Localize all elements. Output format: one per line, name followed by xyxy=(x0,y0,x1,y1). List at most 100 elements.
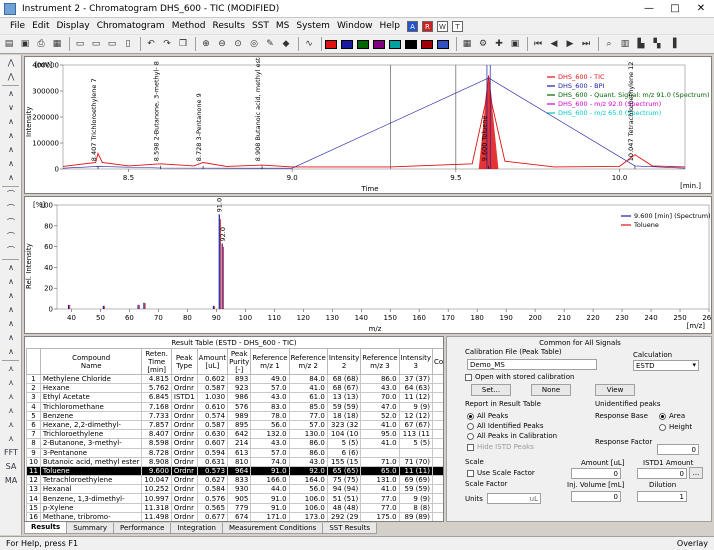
redo-icon[interactable]: ↷ xyxy=(160,37,174,51)
baseline-tool-1-icon[interactable]: ⌒ xyxy=(3,189,19,201)
spectrum-tool-1-icon[interactable]: ⋏ xyxy=(3,363,19,375)
open-stored-calibration-checkbox[interactable]: Open with stored calibration xyxy=(465,373,574,381)
istd-more-button[interactable]: ... xyxy=(689,467,703,479)
peak-edit-3-icon[interactable]: ∧ xyxy=(3,290,19,302)
spectrum-tool-4-icon[interactable]: ⋏ xyxy=(3,405,19,417)
table-header-cell[interactable]: Compound Name xyxy=(39,348,143,375)
integration-tool-7-icon[interactable]: ∧ xyxy=(3,172,19,184)
menu-chromatogram[interactable]: Chromatogram xyxy=(97,21,165,31)
trace-color-navy-icon[interactable] xyxy=(437,39,449,49)
table-row[interactable]: 16 Methane, tribromo- 11.498 Ordnr 0.677 674 1… xyxy=(26,511,443,521)
spectrum-chart[interactable]: [%] Rel. Intensity m/z [m/z] 100 80 60 40 20… xyxy=(24,196,712,334)
all-peaks-radio[interactable]: All Peaks xyxy=(467,412,508,420)
table-header-cell[interactable]: Intensity 2 xyxy=(326,348,362,375)
units-field[interactable] xyxy=(487,493,541,504)
table-header-cell[interactable]: Reference m/z 1 xyxy=(250,348,290,375)
mode-r-icon[interactable]: R xyxy=(421,20,433,32)
table-header-cell[interactable]: Reten. Time [min] xyxy=(141,348,172,375)
spectrum-tool-6-icon[interactable]: ⋏ xyxy=(3,433,19,445)
settings-icon[interactable]: ⚙ xyxy=(476,37,490,51)
tools-icon[interactable]: ✎ xyxy=(263,37,277,51)
tab-integration[interactable]: Integration xyxy=(170,523,223,534)
menu-file[interactable]: File xyxy=(10,21,25,31)
spectrum-tool-2-icon[interactable]: ⋏ xyxy=(3,377,19,389)
table-row[interactable]: 13 Hexanal 10.252 Ordnr 0.584 930 44.0 56.0 94 (… xyxy=(26,484,443,495)
close-button[interactable]: ✕ xyxy=(688,0,714,18)
trace-color-red-icon[interactable] xyxy=(325,39,337,49)
menu-ms[interactable]: MS xyxy=(276,21,289,31)
peak-edit-7-icon[interactable]: ∧ xyxy=(3,346,19,358)
amount-field[interactable] xyxy=(571,468,621,479)
table-header-cell[interactable]: Reference m/z 3 xyxy=(360,348,400,375)
folder-export-icon[interactable]: ▭ xyxy=(105,37,119,51)
menu-help[interactable]: Help xyxy=(379,21,400,31)
spectrum-tool-5-icon[interactable]: ⋏ xyxy=(3,419,19,431)
table-row[interactable]: 5 Benzene 7.733 Ordnr 0.574 989 78.0 77.0 18 (18… xyxy=(26,410,443,421)
ms-bars-icon[interactable]: ▐ xyxy=(666,37,680,51)
sequence-icon[interactable]: ▯ xyxy=(121,37,135,51)
dilution-field[interactable] xyxy=(637,491,687,502)
all-identified-radio[interactable]: All Identified Peaks xyxy=(467,422,544,430)
integration-tool-1-icon[interactable]: ∧ xyxy=(3,88,19,100)
table-row[interactable]: 15 p-Xylene 11.318 Ordnr 0.565 779 91.0 106.0 48… xyxy=(26,502,443,513)
tab-results[interactable]: Results xyxy=(24,522,68,534)
menu-sst[interactable]: SST xyxy=(252,21,269,31)
response-factor-field[interactable] xyxy=(657,444,699,455)
set-button[interactable]: Set... xyxy=(471,384,511,396)
table-row[interactable]: 7 Trichloroethylene 8.407 Ordnr 0.630 642 132.… xyxy=(26,429,443,440)
grid-icon[interactable]: ▦ xyxy=(460,37,474,51)
peak-tool-1-icon[interactable]: ⋀ xyxy=(3,57,19,69)
menu-display[interactable]: Display xyxy=(57,21,90,31)
table-row[interactable]: 6 Hexane, 2,2-dimethyl- 7.857 Ordnr 0.587 895… xyxy=(26,419,443,431)
mode-a-icon[interactable]: A xyxy=(406,20,418,32)
chromatogram-chart[interactable]: [mV] Intensity Time [min.] DHS_600 - TIC… xyxy=(24,56,712,194)
save-icon[interactable]: ▣ xyxy=(18,37,32,51)
inj-volume-field[interactable] xyxy=(571,491,621,502)
table-row[interactable]: 8 2-Butanone, 3-methyl- 8.598 Ordnr 0.607 214… xyxy=(26,438,443,449)
table-row[interactable]: 14 Benzene, 1,3-dimethyl- 10.997 Ordnr 0.576… xyxy=(26,493,443,504)
table-header-cell[interactable]: Intensity 3 xyxy=(398,348,434,375)
table-row[interactable]: 2 Hexane 5.762 Ordnr 0.587 923 57.0 41.0 68 (67)… xyxy=(26,383,443,394)
last-icon[interactable]: ⏭ xyxy=(579,37,593,51)
mode-w-icon[interactable]: W xyxy=(436,20,448,32)
menu-system[interactable]: System xyxy=(296,21,330,31)
baseline-tool-4-icon[interactable]: ⌒ xyxy=(3,231,19,243)
menu-window[interactable]: Window xyxy=(337,21,373,31)
table-row[interactable]: 11 Toluene 9.600 Ordnr 0.573 964 91.0 92.0 65 (6… xyxy=(26,465,443,477)
copy-icon[interactable]: ❐ xyxy=(176,37,190,51)
calculation-select[interactable]: ESTD ▾ xyxy=(633,360,699,371)
open-icon[interactable]: ▤ xyxy=(2,37,16,51)
baseline-tool-3-icon[interactable]: ⌒ xyxy=(3,217,19,229)
peak-edit-6-icon[interactable]: ∧ xyxy=(3,332,19,344)
trace-color-green-icon[interactable] xyxy=(357,39,369,49)
mode-t-icon[interactable]: T xyxy=(451,20,463,32)
library-icon[interactable]: ▚ xyxy=(650,37,664,51)
istd1-amount-field[interactable] xyxy=(637,468,687,479)
marker-icon[interactable]: ◆ xyxy=(279,37,293,51)
table-header-cell[interactable] xyxy=(26,348,41,375)
table-row[interactable]: 9 3-Pentanone 8.728 Ordnr 0.594 613 57.0 86.0 6 … xyxy=(26,447,443,458)
first-icon[interactable]: ⏮ xyxy=(531,37,545,51)
integration-tool-6-icon[interactable]: ∧ xyxy=(3,158,19,170)
table-header-cell[interactable]: Conformity xyxy=(432,348,443,375)
lock-icon[interactable]: ▣ xyxy=(508,37,522,51)
use-scale-factor-checkbox[interactable]: Use Scale Factor xyxy=(467,469,535,477)
none-button[interactable]: None xyxy=(531,384,571,396)
fft-icon[interactable]: FFT xyxy=(3,447,19,459)
trace-color-blue-icon[interactable] xyxy=(341,39,353,49)
tab-performance[interactable]: Performance xyxy=(113,523,172,534)
folder-open-icon[interactable]: ▭ xyxy=(73,37,87,51)
spectrum-tool-3-icon[interactable]: ⋏ xyxy=(3,391,19,403)
trace-color-cyan-icon[interactable] xyxy=(389,39,401,49)
ma-icon[interactable]: MA xyxy=(3,475,19,487)
mark-icon[interactable]: ✚ xyxy=(492,37,506,51)
table-row[interactable]: 4 Trichloromethane 7.168 Ordnr 0.610 576 83.0 8… xyxy=(26,401,443,412)
hide-istd-checkbox[interactable]: Hide ISTD Peaks xyxy=(467,443,534,451)
peak-edit-2-icon[interactable]: ∧ xyxy=(3,276,19,288)
all-in-calibration-radio[interactable]: All Peaks in Calibration xyxy=(467,432,557,440)
table-row[interactable]: 1 Methylene Chloride 4.815 Ordnr 0.602 893 49.… xyxy=(26,373,443,385)
tab-summary[interactable]: Summary xyxy=(66,523,115,534)
undo-icon[interactable]: ↶ xyxy=(144,37,158,51)
zoom-fit-icon[interactable]: ⊙ xyxy=(231,37,245,51)
zoom-area-icon[interactable]: ◎ xyxy=(247,37,261,51)
